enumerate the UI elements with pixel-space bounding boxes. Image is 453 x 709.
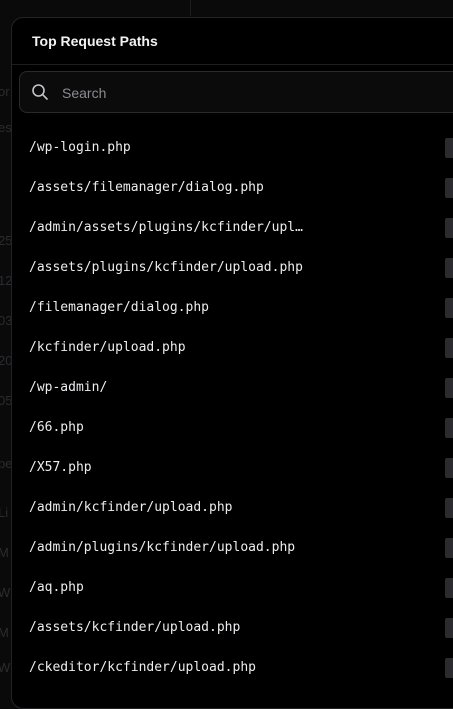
path-label: /wp-login.php bbox=[29, 140, 131, 155]
path-count-bar bbox=[445, 538, 453, 558]
path-label: /filemanager/dialog.php bbox=[29, 300, 210, 315]
search-box[interactable] bbox=[19, 71, 453, 113]
path-row[interactable]: /66.php bbox=[12, 408, 453, 448]
path-row[interactable]: /kcfinder/upload.php bbox=[12, 328, 453, 368]
path-row[interactable]: /admin/assets/plugins/kcfinder/upl… bbox=[12, 208, 453, 248]
panel-header: Top Request Paths bbox=[12, 18, 453, 65]
path-label: /admin/plugins/kcfinder/upload.php bbox=[29, 540, 296, 555]
path-label: /aq.php bbox=[29, 580, 84, 595]
path-count-bar bbox=[445, 418, 453, 438]
path-count-bar bbox=[445, 658, 453, 678]
path-label: /wp-admin/ bbox=[29, 380, 108, 395]
path-count-bar bbox=[445, 298, 453, 318]
path-label: /ckeditor/kcfinder/upload.php bbox=[29, 660, 256, 675]
path-label: /X57.php bbox=[29, 460, 92, 475]
path-label: /assets/filemanager/dialog.php bbox=[29, 180, 264, 195]
search-icon bbox=[32, 84, 48, 100]
search-input[interactable] bbox=[60, 80, 444, 106]
path-count-bar bbox=[445, 178, 453, 198]
path-count-bar bbox=[445, 338, 453, 358]
path-count-bar bbox=[445, 138, 453, 158]
path-label: /admin/kcfinder/upload.php bbox=[29, 500, 233, 515]
background-divider bbox=[190, 0, 191, 16]
path-row[interactable]: /admin/plugins/kcfinder/upload.php bbox=[12, 528, 453, 568]
path-row[interactable]: /wp-admin/ bbox=[12, 368, 453, 408]
path-count-bar bbox=[445, 378, 453, 398]
path-row[interactable]: /assets/filemanager/dialog.php bbox=[12, 168, 453, 208]
path-label: /assets/plugins/kcfinder/upload.php bbox=[29, 260, 303, 275]
path-row[interactable]: /admin/kcfinder/upload.php bbox=[12, 488, 453, 528]
path-list: /wp-login.php/assets/filemanager/dialog.… bbox=[12, 128, 453, 688]
path-count-bar bbox=[445, 498, 453, 518]
path-label: /admin/assets/plugins/kcfinder/upl… bbox=[29, 220, 303, 235]
path-count-bar bbox=[445, 458, 453, 478]
path-row[interactable]: /wp-login.php bbox=[12, 128, 453, 168]
path-label: /66.php bbox=[29, 420, 84, 435]
path-label: /kcfinder/upload.php bbox=[29, 340, 186, 355]
path-row[interactable]: /X57.php bbox=[12, 448, 453, 488]
path-count-bar bbox=[445, 218, 453, 238]
path-count-bar bbox=[445, 618, 453, 638]
path-row[interactable]: /assets/kcfinder/upload.php bbox=[12, 608, 453, 648]
path-count-bar bbox=[445, 578, 453, 598]
path-row[interactable]: /assets/plugins/kcfinder/upload.php bbox=[12, 248, 453, 288]
path-row[interactable]: /filemanager/dialog.php bbox=[12, 288, 453, 328]
top-request-paths-panel: Top Request Paths /wp-login.php/assets/f… bbox=[11, 17, 453, 709]
path-row[interactable]: /aq.php bbox=[12, 568, 453, 608]
panel-title: Top Request Paths bbox=[32, 33, 158, 49]
path-count-bar bbox=[445, 258, 453, 278]
path-label: /assets/kcfinder/upload.php bbox=[29, 620, 241, 635]
path-row[interactable]: /ckeditor/kcfinder/upload.php bbox=[12, 648, 453, 688]
